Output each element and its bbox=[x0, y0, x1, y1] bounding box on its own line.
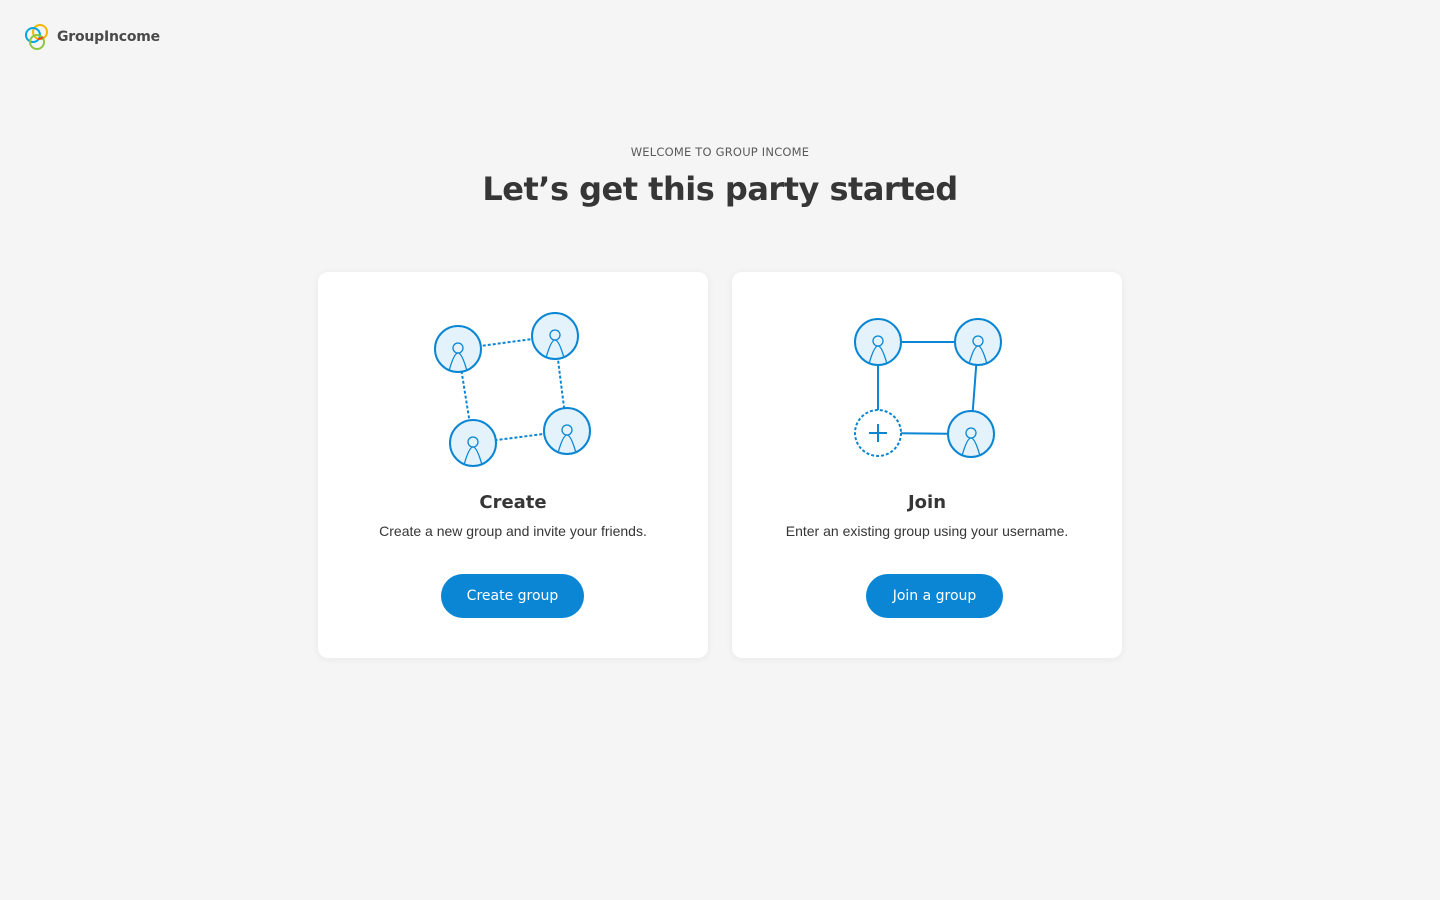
join-group-button[interactable]: Join a group bbox=[866, 574, 1003, 618]
join-title: Join bbox=[907, 492, 947, 513]
create-card: Create Create a new group and invite you… bbox=[318, 272, 708, 658]
brand-logo[interactable]: GroupIncome bbox=[24, 23, 160, 51]
create-title: Create bbox=[479, 492, 547, 513]
join-description: Enter an existing group using your usern… bbox=[785, 523, 1069, 539]
join-network-illustration bbox=[854, 318, 1002, 458]
group-network-illustration bbox=[434, 312, 591, 467]
brand-name: GroupIncome bbox=[57, 29, 160, 45]
join-card: Join Enter an existing group using your … bbox=[732, 272, 1122, 658]
groupincome-logo-icon bbox=[25, 24, 48, 50]
create-description: Create a new group and invite your frien… bbox=[379, 523, 647, 539]
create-group-button[interactable]: Create group bbox=[441, 574, 584, 618]
add-member-icon bbox=[854, 409, 902, 457]
page-title: Let’s get this party started bbox=[482, 170, 958, 208]
welcome-kicker: WELCOME TO GROUP INCOME bbox=[630, 145, 810, 159]
